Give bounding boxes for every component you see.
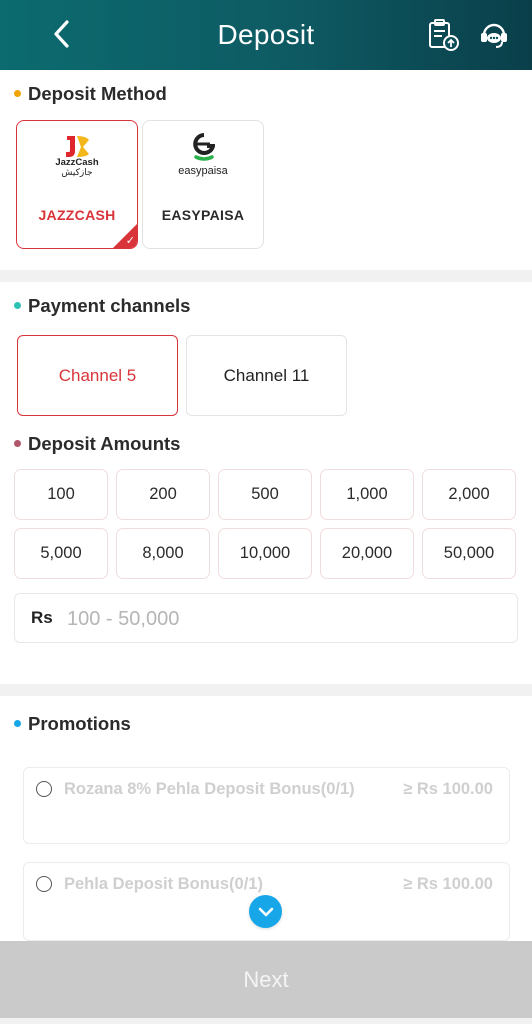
customer-service-button[interactable] (475, 16, 513, 54)
easypaisa-logo-icon (193, 133, 215, 161)
amount-option[interactable]: 20,000 (320, 528, 414, 579)
currency-label: Rs (31, 608, 53, 627)
deposit-record-button[interactable] (424, 16, 462, 54)
amount-option[interactable]: 200 (116, 469, 210, 520)
promotion-minimum: ≥ Rs 100.00 (403, 780, 493, 798)
method-label: EASYPAISA (161, 207, 245, 223)
method-label: JAZZCASH (38, 207, 116, 223)
check-icon: ✓ (125, 235, 135, 247)
section-dot (14, 720, 21, 727)
promotion-radio[interactable] (36, 876, 52, 892)
channel-option-5[interactable]: Channel 5 (17, 335, 178, 416)
deposit-record-icon (429, 19, 459, 51)
amount-option[interactable]: 2,000 (422, 469, 516, 520)
next-button[interactable]: Next (0, 941, 532, 1018)
chevron-down-icon (258, 907, 273, 916)
amount-option[interactable]: 5,000 (14, 528, 108, 579)
amount-option[interactable]: 100 (14, 469, 108, 520)
expand-promotions-button[interactable] (249, 895, 282, 928)
amount-input[interactable] (67, 602, 497, 636)
promotion-item[interactable]: Rozana 8% Pehla Deposit Bonus(0/1) ≥ Rs … (23, 767, 510, 844)
jazzcash-logo-subtext: جازکیش (61, 167, 93, 177)
channel-option-11[interactable]: Channel 11 (186, 335, 347, 416)
promotion-name: Rozana 8% Pehla Deposit Bonus(0/1) (64, 780, 355, 798)
customer-service-icon (481, 23, 507, 48)
promotion-radio[interactable] (36, 781, 52, 797)
amount-option[interactable]: 10,000 (218, 528, 312, 579)
back-arrow-icon (54, 20, 69, 48)
promotion-name: Pehla Deposit Bonus(0/1) (64, 875, 263, 893)
promotion-minimum: ≥ Rs 100.00 (403, 875, 493, 893)
deposit-method-section: Deposit Method JazzCash جازکیش JAZZCASH … (0, 70, 532, 270)
amount-option[interactable]: 8,000 (116, 528, 210, 579)
promotions-title: Promotions (28, 713, 131, 734)
amount-option[interactable]: 50,000 (422, 528, 516, 579)
payment-channels-title: Payment channels (28, 295, 191, 316)
amount-option[interactable]: 500 (218, 469, 312, 520)
section-dot (14, 302, 21, 309)
back-button[interactable] (44, 14, 80, 54)
section-dot (14, 90, 21, 97)
method-option-jazzcash[interactable]: JazzCash جازکیش JAZZCASH ✓ (16, 120, 138, 249)
amount-input-box: Rs (14, 593, 518, 643)
method-option-easypaisa[interactable]: easypaisa EASYPAISA (142, 120, 264, 249)
easypaisa-logo-text: easypaisa (178, 165, 228, 177)
header-bar: Deposit (0, 0, 532, 70)
page-title: Deposit (217, 19, 315, 50)
deposit-amounts-title: Deposit Amounts (28, 433, 181, 454)
section-dot (14, 440, 21, 447)
amount-option[interactable]: 1,000 (320, 469, 414, 520)
deposit-method-title: Deposit Method (28, 83, 167, 104)
